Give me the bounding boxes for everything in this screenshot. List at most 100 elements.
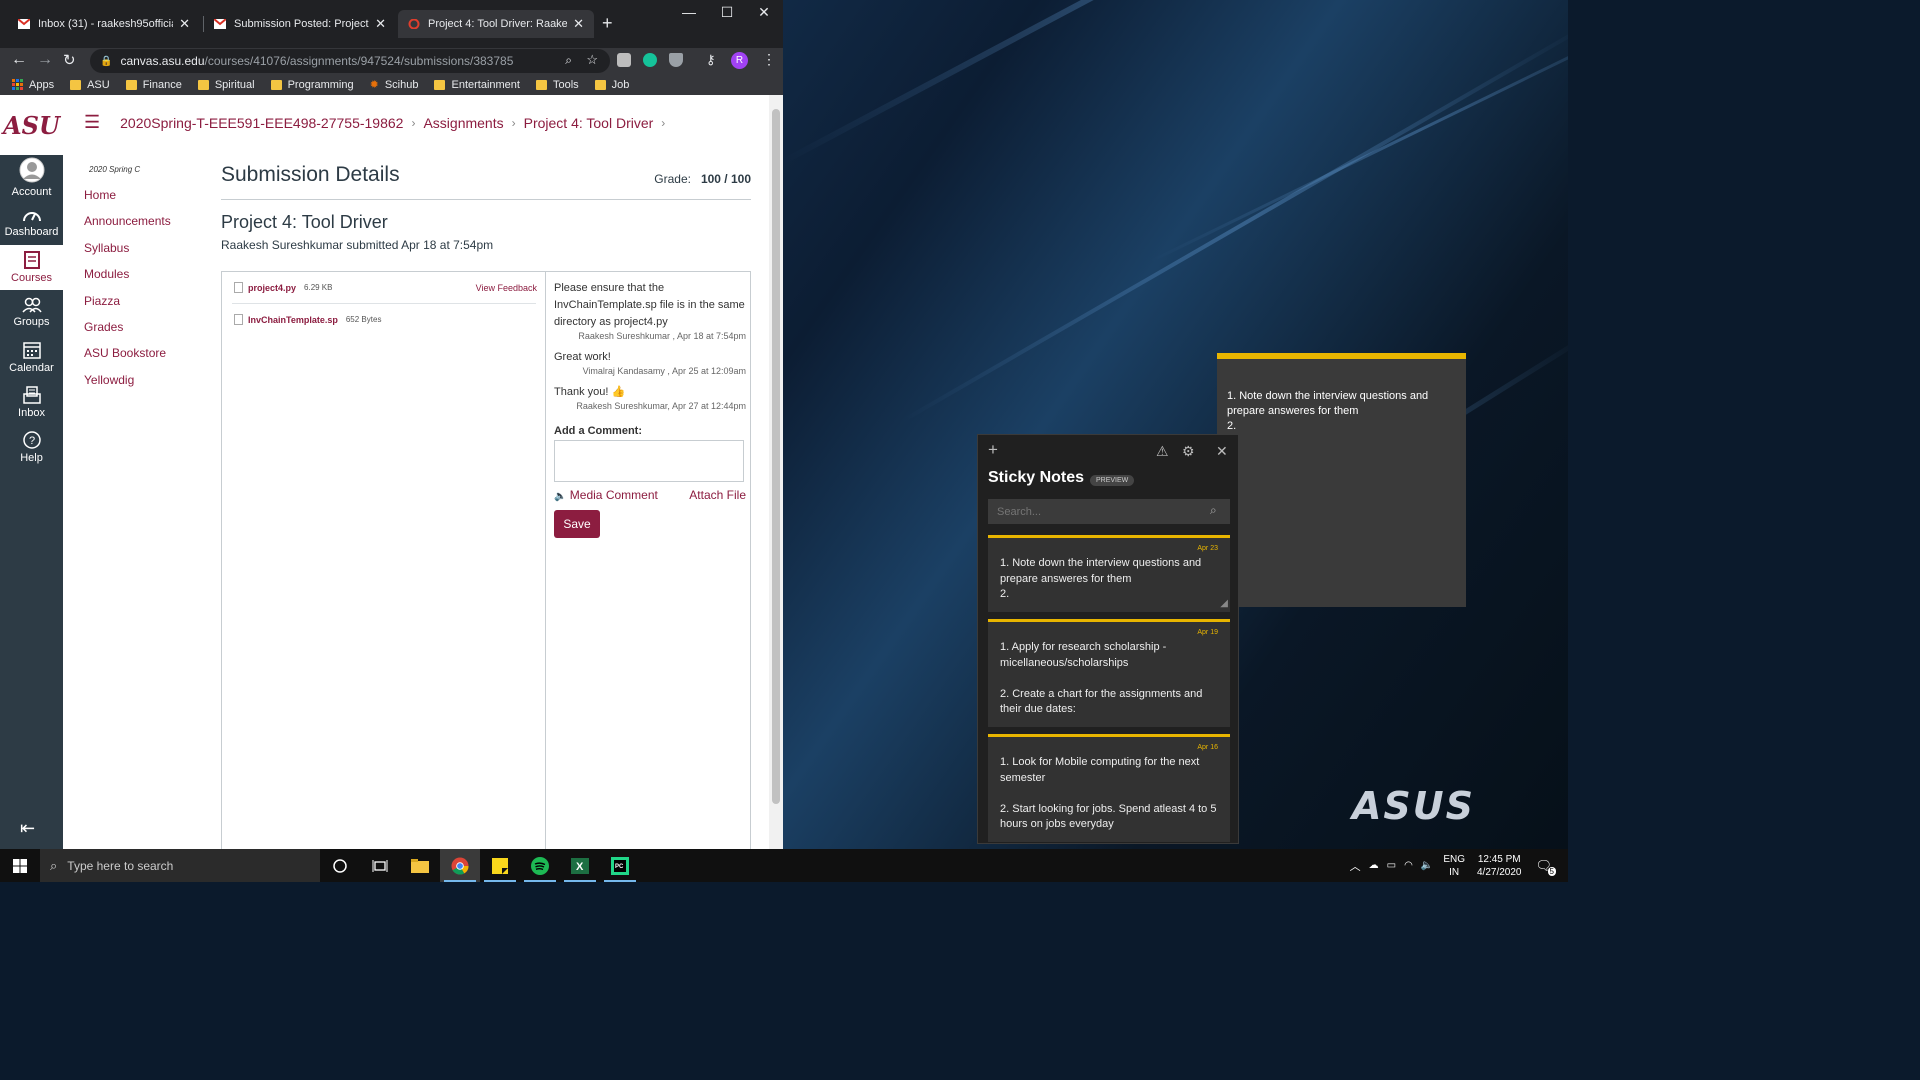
cortana-icon[interactable]: [320, 849, 360, 882]
start-button[interactable]: [0, 849, 40, 882]
add-note-icon[interactable]: +: [988, 440, 998, 460]
save-button[interactable]: Save: [554, 510, 600, 538]
bookmark-programming[interactable]: Programming: [270, 79, 354, 91]
course-nav-yellowdig[interactable]: Yellowdig: [84, 373, 171, 399]
view-feedback-link[interactable]: View Feedback: [476, 283, 537, 293]
breadcrumb-assignments[interactable]: Assignments: [423, 115, 503, 131]
nav-account[interactable]: Account: [0, 155, 63, 200]
new-tab-icon[interactable]: +: [602, 13, 613, 34]
bookmark-apps[interactable]: Apps: [12, 79, 54, 91]
course-nav-home[interactable]: Home: [84, 188, 171, 214]
system-tray: ︿ ☁ ▭ ◠ 🔈 ENG IN 12:45 PM 4/27/2020 🗨 5: [1350, 849, 1568, 882]
notification-center-icon[interactable]: 🗨 5: [1535, 858, 1556, 876]
forward-icon[interactable]: →: [37, 51, 53, 69]
close-icon[interactable]: ✕: [573, 16, 584, 32]
note-text[interactable]: 1. Note down the interview questions and…: [1227, 389, 1456, 434]
nav-calendar[interactable]: Calendar: [0, 335, 63, 380]
warning-icon[interactable]: ⚠: [1156, 443, 1169, 460]
wifi-icon[interactable]: ◠: [1404, 860, 1413, 871]
scrollbar-thumb[interactable]: [772, 109, 780, 804]
nav-groups[interactable]: Groups: [0, 290, 63, 335]
spotify-icon[interactable]: [520, 849, 560, 882]
add-comment-label: Add a Comment:: [554, 425, 642, 437]
close-icon[interactable]: ✕: [375, 16, 386, 32]
submission-content: Submission Details Grade: 100 / 100 Proje…: [221, 163, 751, 252]
volume-icon[interactable]: 🔈: [1421, 860, 1433, 871]
chevron-right-icon: ›: [661, 115, 666, 130]
star-icon[interactable]: ☆: [586, 52, 598, 68]
course-nav-announcements[interactable]: Announcements: [84, 214, 171, 240]
folder-icon: [270, 79, 282, 90]
bookmark-entertainment[interactable]: Entertainment: [434, 79, 520, 91]
course-nav-bookstore[interactable]: ASU Bookstore: [84, 346, 171, 372]
chevron-up-icon[interactable]: ︿: [1350, 858, 1361, 874]
media-comment-link[interactable]: 🔈 Media Comment: [554, 488, 658, 502]
window-close-icon[interactable]: ✕: [749, 4, 779, 21]
search-icon[interactable]: ⌕: [1210, 503, 1217, 518]
menu-dots-icon[interactable]: ⋮: [762, 51, 776, 68]
sticky-notes-app-icon[interactable]: [480, 849, 520, 882]
nav-courses[interactable]: Courses: [0, 245, 63, 290]
extension-icon[interactable]: [617, 53, 631, 67]
course-nav-modules[interactable]: Modules: [84, 267, 171, 293]
tab-bar: Inbox (31) - raakesh95official@g ✕ Submi…: [0, 0, 783, 48]
nav-inbox[interactable]: Inbox: [0, 380, 63, 425]
search-input[interactable]: [988, 499, 1230, 524]
taskbar-search[interactable]: ⌕ Type here to search: [40, 849, 320, 882]
clock[interactable]: 12:45 PM 4/27/2020: [1477, 853, 1522, 879]
page-scrollbar[interactable]: [769, 95, 783, 849]
reload-icon[interactable]: ↻: [63, 51, 76, 69]
collapse-nav-icon[interactable]: ⇤: [20, 818, 35, 839]
comment-input[interactable]: [554, 440, 744, 482]
course-nav-syllabus[interactable]: Syllabus: [84, 241, 171, 267]
bookmark-spiritual[interactable]: Spiritual: [197, 79, 255, 91]
sticky-note-window[interactable]: 1. Note down the interview questions and…: [1217, 353, 1466, 607]
pycharm-icon[interactable]: PC: [600, 849, 640, 882]
onedrive-icon[interactable]: ☁: [1369, 860, 1379, 871]
tab-submission-posted[interactable]: Submission Posted: Project 4: Too ✕: [204, 12, 396, 36]
preview-badge: PREVIEW: [1090, 475, 1135, 486]
note-card[interactable]: Apr 19 1. Apply for research scholarship…: [988, 619, 1230, 727]
tab-inbox[interactable]: Inbox (31) - raakesh95official@g ✕: [8, 12, 200, 36]
asu-logo[interactable]: ASU: [0, 95, 63, 155]
file-link[interactable]: project4.py: [248, 283, 296, 293]
file-link[interactable]: InvChainTemplate.sp: [248, 315, 338, 325]
shield-icon[interactable]: [669, 53, 683, 67]
task-view-icon[interactable]: [360, 849, 400, 882]
lang-code: ENG: [1443, 853, 1465, 865]
profile-avatar[interactable]: R: [731, 52, 748, 69]
nav-dashboard[interactable]: Dashboard: [0, 200, 63, 245]
svg-text:X: X: [576, 861, 584, 873]
note-card[interactable]: Apr 23 1. Note down the interview questi…: [988, 535, 1230, 612]
close-icon[interactable]: ✕: [1216, 443, 1228, 460]
back-icon[interactable]: ←: [11, 51, 27, 69]
tab-title: Submission Posted: Project 4: Too: [234, 18, 369, 30]
key-icon[interactable]: ⚷: [706, 52, 716, 68]
note-card[interactable]: Apr 16 1. Look for Mobile computing for …: [988, 734, 1230, 842]
bookmark-scihub[interactable]: ✹ Scihub: [370, 78, 419, 92]
url-input[interactable]: 🔒 canvas.asu.edu/courses/41076/assignmen…: [90, 49, 610, 73]
bookmark-tools[interactable]: Tools: [535, 79, 579, 91]
attach-file-link[interactable]: Attach File: [689, 488, 746, 502]
excel-icon[interactable]: X: [560, 849, 600, 882]
zoom-icon[interactable]: ⌕: [565, 53, 572, 68]
breadcrumb-course[interactable]: 2020Spring-T-EEE591-EEE498-27755-19862: [120, 115, 403, 131]
close-icon[interactable]: ✕: [179, 16, 190, 32]
grammarly-icon[interactable]: [643, 53, 657, 67]
minimize-icon[interactable]: —: [674, 4, 704, 20]
maximize-icon[interactable]: ☐: [712, 4, 742, 21]
bookmark-asu[interactable]: ASU: [70, 79, 110, 91]
bookmark-finance[interactable]: Finance: [125, 79, 182, 91]
bookmark-job[interactable]: Job: [594, 79, 629, 91]
tab-project4[interactable]: Project 4: Tool Driver: Raakesh Su ✕: [398, 10, 594, 38]
gear-icon[interactable]: ⚙: [1182, 443, 1195, 460]
hamburger-menu-icon[interactable]: ☰: [84, 112, 100, 133]
course-nav-grades[interactable]: Grades: [84, 320, 171, 346]
file-explorer-icon[interactable]: [400, 849, 440, 882]
course-nav-piazza[interactable]: Piazza: [84, 294, 171, 320]
breadcrumb-assignment[interactable]: Project 4: Tool Driver: [524, 115, 654, 131]
language-indicator[interactable]: ENG IN: [1443, 853, 1465, 879]
battery-icon[interactable]: ▭: [1387, 860, 1396, 871]
nav-help[interactable]: ? Help: [0, 425, 63, 470]
chrome-icon[interactable]: [440, 849, 480, 882]
